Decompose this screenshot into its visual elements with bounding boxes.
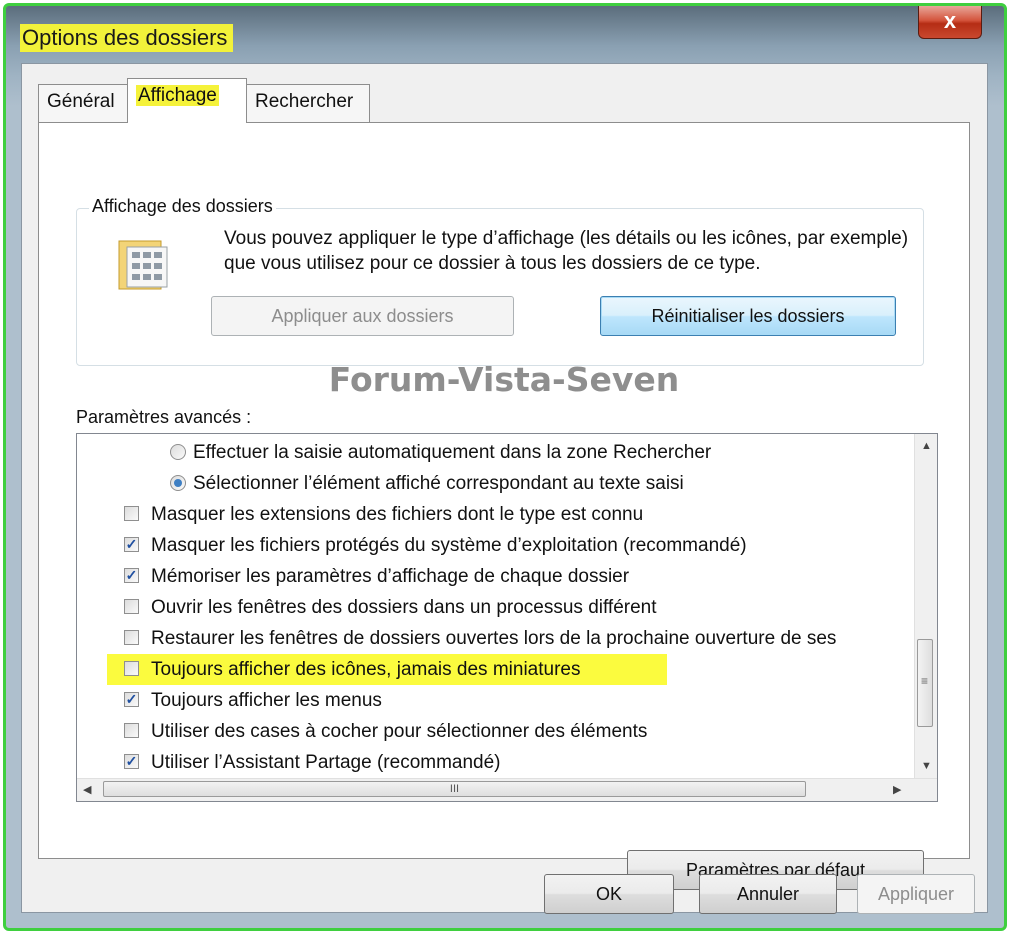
window-title: Options des dossiers <box>20 24 234 52</box>
apply-button[interactable]: Appliquer <box>857 874 975 914</box>
list-item-label: Masquer les fichiers protégés du système… <box>151 535 747 556</box>
list-item-label: Toujours afficher des icônes, jamais des… <box>151 659 581 680</box>
checkbox[interactable] <box>124 723 139 738</box>
tab-rechercher-label: Rechercher <box>255 91 354 112</box>
tab-rechercher[interactable]: Rechercher <box>246 84 370 122</box>
horizontal-scrollbar[interactable]: ◀ III ▶ <box>77 778 937 801</box>
radio-button[interactable] <box>170 444 186 460</box>
cancel-button[interactable]: Annuler <box>699 874 837 914</box>
close-icon: x <box>943 8 957 33</box>
list-item-label: Utiliser des cases à cocher pour sélecti… <box>151 721 648 742</box>
scroll-right-icon[interactable]: ▶ <box>893 783 901 796</box>
scroll-left-icon[interactable]: ◀ <box>83 783 91 796</box>
list-item-label: Effectuer la saisie automatiquement dans… <box>193 442 712 463</box>
advanced-settings-list[interactable]: Effectuer la saisie automatiquement dans… <box>76 433 938 802</box>
list-item[interactable]: Restaurer les fenêtres de dossiers ouver… <box>77 623 895 654</box>
list-item-label: Utiliser l’Assistant Partage (recommandé… <box>151 752 501 773</box>
vertical-scrollbar[interactable]: ▲ ≡ ▼ <box>914 434 937 779</box>
grip-icon: ≡ <box>921 674 929 688</box>
dialog-client-area: Général Affichage Rechercher Affichage d… <box>21 63 988 914</box>
list-item-label: Restaurer les fenêtres de dossiers ouver… <box>151 628 837 649</box>
folder-options-window: Options des dossiers x Général Affichage… <box>3 3 1007 931</box>
scroll-up-icon[interactable]: ▲ <box>921 440 932 452</box>
list-item-highlighted[interactable]: Toujours afficher des icônes, jamais des… <box>107 654 667 685</box>
checkbox[interactable] <box>124 506 139 521</box>
apply-to-folders-button[interactable]: Appliquer aux dossiers <box>211 296 514 336</box>
tab-panel-affichage: Affichage des dossiers Vous pouvez appli… <box>38 122 970 890</box>
tab-general-label: Général <box>47 91 115 112</box>
advanced-settings-label: Paramètres avancés : <box>76 407 252 427</box>
checkbox-checked[interactable]: ✓ <box>124 537 139 552</box>
list-item-label: Masquer les extensions des fichiers dont… <box>151 504 644 525</box>
list-item-label: Toujours afficher les menus <box>151 690 382 711</box>
list-item-label: Sélectionner l’élément affiché correspon… <box>193 473 684 494</box>
tab-affichage[interactable]: Affichage <box>127 78 247 123</box>
checkbox-checked[interactable]: ✓ <box>124 692 139 707</box>
watermark: Forum-Vista-Seven <box>328 360 680 399</box>
title-bar[interactable]: Options des dossiers x <box>6 6 1004 64</box>
horizontal-scroll-thumb[interactable]: III <box>103 781 806 797</box>
checkbox[interactable] <box>124 599 139 614</box>
folder-views-description: Vous pouvez appliquer le type d’affichag… <box>224 228 909 274</box>
radio-button-selected[interactable] <box>170 475 186 491</box>
checkbox[interactable] <box>124 630 139 645</box>
list-item-label: Mémoriser les paramètres d’affichage de … <box>151 566 630 587</box>
list-item-label: Ouvrir les fenêtres des dossiers dans un… <box>151 597 657 618</box>
reset-folders-button[interactable]: Réinitialiser les dossiers <box>600 296 896 336</box>
tab-general[interactable]: Général <box>38 84 128 122</box>
checkbox-checked[interactable]: ✓ <box>124 568 139 583</box>
folder-view-icon <box>118 240 168 290</box>
scroll-down-icon[interactable]: ▼ <box>921 760 932 772</box>
checkbox[interactable] <box>124 661 139 676</box>
grip-icon: III <box>449 783 460 795</box>
close-button[interactable]: x <box>918 6 982 39</box>
ok-button[interactable]: OK <box>544 874 674 914</box>
vertical-scroll-thumb[interactable]: ≡ <box>917 639 933 727</box>
checkbox-checked[interactable]: ✓ <box>124 754 139 769</box>
folder-views-group-title: Affichage des dossiers <box>89 196 276 217</box>
tab-affichage-label: Affichage <box>136 85 219 106</box>
